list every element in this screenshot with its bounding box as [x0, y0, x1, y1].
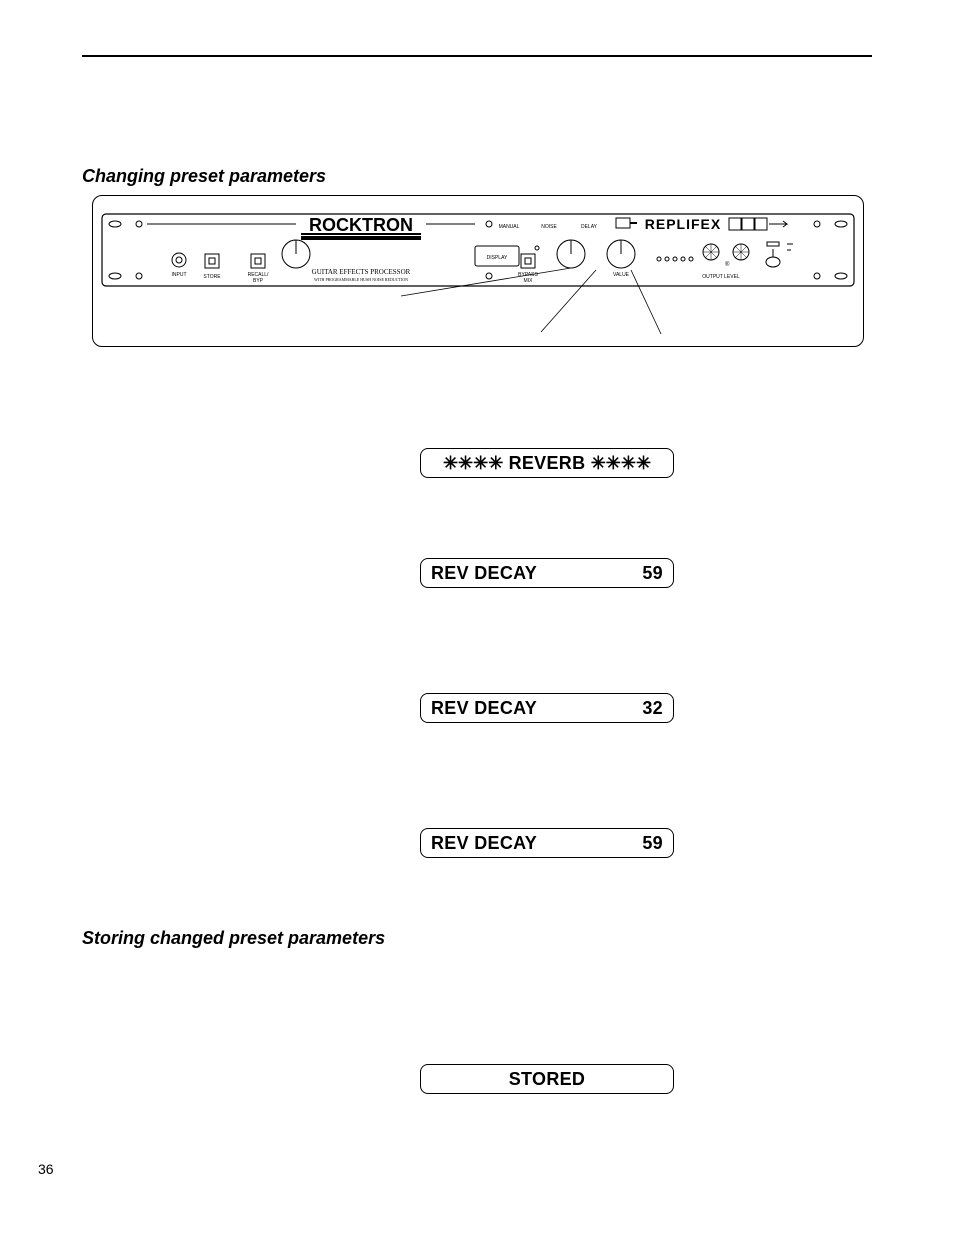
svg-text:DELAY: DELAY [581, 224, 598, 230]
lcd-reverb-title: ✳✳✳✳ REVERB ✳✳✳✳ [420, 448, 674, 478]
param-name: REV DECAY [431, 563, 633, 584]
heading-changing-parameters: Changing preset parameters [82, 166, 326, 187]
rack-unit-drawing: ROCKTRON REPLIFEX MANUAL NOISE DELAY GUI… [101, 204, 855, 338]
model-label: REPLIFEX [645, 216, 721, 232]
param-value: 32 [633, 698, 663, 719]
page-number: 36 [38, 1161, 54, 1177]
lcd-rev-decay-59a: REV DECAY 59 [420, 558, 674, 588]
svg-text:BYP: BYP [253, 278, 264, 284]
svg-text:MIX: MIX [524, 278, 534, 284]
device-front-panel: ROCKTRON REPLIFEX MANUAL NOISE DELAY GUI… [92, 195, 864, 347]
param-name: REV DECAY [431, 698, 633, 719]
device-subtitle: GUITAR EFFECTS PROCESSOR [312, 268, 411, 276]
param-value: 59 [633, 833, 663, 854]
param-value: 59 [633, 563, 663, 584]
heading-storing-parameters: Storing changed preset parameters [82, 928, 385, 949]
knob-value [607, 240, 635, 268]
top-rule [82, 55, 872, 57]
lcd-label: REVERB [503, 453, 590, 473]
svg-text:DISPLAY: DISPLAY [487, 255, 508, 261]
knob-input-level [282, 240, 310, 268]
stars-right: ✳✳✳✳ [591, 453, 651, 473]
knob-function [557, 240, 585, 268]
svg-text:VALUE: VALUE [613, 272, 630, 278]
svg-text:MANUAL: MANUAL [499, 224, 520, 230]
svg-text:INPUT: INPUT [172, 272, 187, 278]
svg-text:OUTPUT LEVEL: OUTPUT LEVEL [702, 274, 740, 280]
stars-left: ✳✳✳✳ [443, 453, 503, 473]
param-name: REV DECAY [431, 833, 633, 854]
lcd-rev-decay-59b: REV DECAY 59 [420, 828, 674, 858]
svg-text:®: ® [725, 261, 730, 268]
svg-text:STORE: STORE [203, 274, 221, 280]
brand-label: ROCKTRON [309, 215, 413, 235]
svg-text:WITH PROGRAMMABLE HUSH NOISE R: WITH PROGRAMMABLE HUSH NOISE REDUCTION [314, 277, 408, 282]
lcd-label: STORED [431, 1069, 663, 1090]
lcd-rev-decay-32: REV DECAY 32 [420, 693, 674, 723]
svg-text:NOISE: NOISE [541, 224, 557, 230]
lcd-stored: STORED [420, 1064, 674, 1094]
